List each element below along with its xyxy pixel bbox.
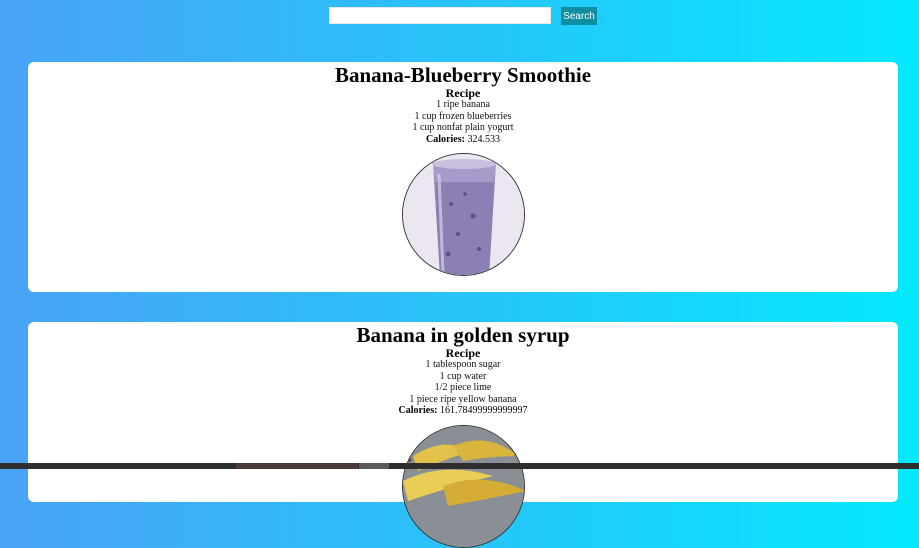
ingredient-item: 1 cup water [439, 370, 487, 382]
recipe-heading: Recipe [445, 86, 481, 100]
recipe-card: Banana in golden syrup Recipe 1 tablespo… [28, 322, 898, 548]
search-button[interactable]: Search [561, 7, 597, 25]
recipe-title: Banana-Blueberry Smoothie [334, 63, 592, 87]
recipe-photo [401, 424, 525, 548]
recipe-heading: Recipe [445, 346, 481, 360]
calories-value: 161.78499999999997 [439, 405, 528, 416]
recipe-card: Banana-Blueberry Smoothie Recipe 1 ripe … [28, 62, 898, 292]
search-bar: Search [0, 7, 919, 27]
ingredient-item: 1 piece ripe yellow banana [409, 393, 517, 405]
smoothie-image [402, 154, 524, 275]
calories-label: Calories: [426, 133, 465, 145]
ingredient-item: 1 tablespoon sugar [425, 359, 501, 370]
calories-label: Calories: [398, 405, 438, 416]
search-input[interactable] [329, 7, 551, 24]
calories-line: Calories: 161.78499999999997 [28, 405, 898, 417]
recipe-photo [401, 153, 525, 276]
bananas-image [402, 425, 524, 547]
recipe-title: Banana in golden syrup [356, 323, 570, 347]
calories-line: Calories: 324.533 [28, 134, 898, 146]
taskbar-item[interactable] [359, 463, 389, 469]
ingredient-item: 1/2 piece lime [434, 382, 492, 393]
ingredient-item: 1 ripe banana [436, 99, 490, 110]
ingredient-item: 1 cup nonfat plain yogurt [412, 122, 514, 133]
taskbar [0, 463, 919, 469]
taskbar-item[interactable] [236, 463, 358, 469]
calories-value: 324.533 [467, 133, 500, 145]
ingredient-item: 1 cup frozen blueberries [414, 110, 512, 122]
